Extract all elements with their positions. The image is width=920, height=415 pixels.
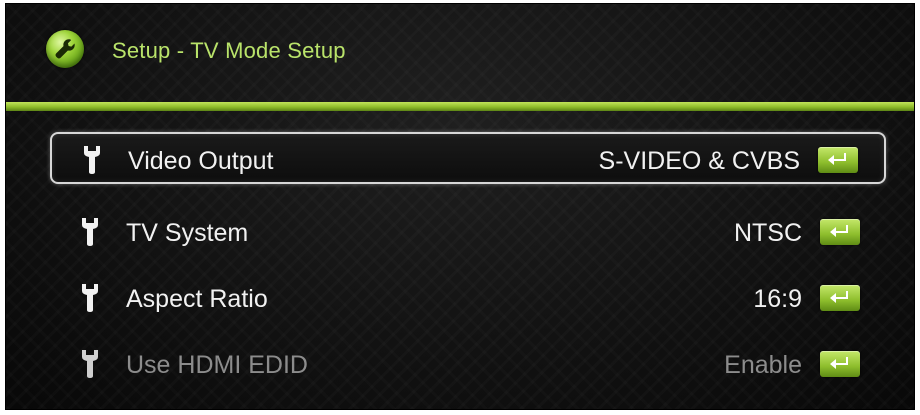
setup-icon <box>46 30 84 68</box>
wrench-icon <box>84 146 100 174</box>
wrench-icon <box>82 284 98 312</box>
menu-item-video-output[interactable]: Video Output S-VIDEO & CVBS <box>50 132 886 184</box>
wrench-icon <box>82 350 98 378</box>
menu-item-aspect-ratio[interactable]: Aspect Ratio 16:9 <box>50 272 886 324</box>
menu-item-label: Aspect Ratio <box>126 285 268 313</box>
enter-key-icon[interactable] <box>820 219 860 245</box>
tv-setup-screen: Setup - TV Mode Setup Video Output S-VID… <box>5 3 915 410</box>
page-title: Setup - TV Mode Setup <box>112 38 346 63</box>
enter-key-icon[interactable] <box>818 147 858 173</box>
menu-item-value: 16:9 <box>753 285 802 313</box>
menu-item-label: Video Output <box>128 147 274 175</box>
menu-item-value: NTSC <box>733 219 802 247</box>
wrench-icon <box>82 218 98 246</box>
menu-item-tv-system[interactable]: TV System NTSC <box>50 206 886 258</box>
header: Setup - TV Mode Setup <box>6 4 914 102</box>
header-divider <box>6 102 914 111</box>
enter-key-icon[interactable] <box>820 285 860 311</box>
wrench-icon <box>55 39 75 59</box>
menu-item-label: TV System <box>126 219 249 247</box>
menu-item-use-hdmi-edid[interactable]: Use HDMI EDID Enable <box>50 338 886 390</box>
menu-item-value: Enable <box>724 351 802 379</box>
menu-item-label: Use HDMI EDID <box>126 351 308 379</box>
menu-item-value: S-VIDEO & CVBS <box>598 147 800 175</box>
enter-key-icon[interactable] <box>820 351 860 377</box>
